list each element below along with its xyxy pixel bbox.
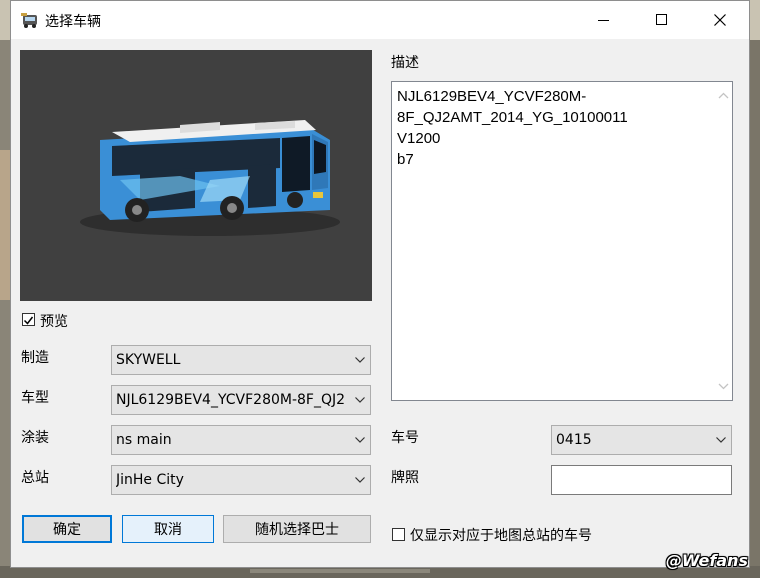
- bus-preview-image: [80, 120, 340, 236]
- depot-label: 总站: [21, 470, 49, 486]
- model-label: 车型: [21, 390, 49, 406]
- description-textbox[interactable]: NJL6129BEV4_YCVF280M- 8F_QJ2AMT_2014_YG_…: [391, 81, 733, 401]
- chevron-down-icon: [350, 466, 370, 494]
- livery-dropdown[interactable]: ns main: [111, 425, 371, 455]
- description-line: b7: [397, 151, 414, 168]
- chevron-down-icon: [350, 346, 370, 374]
- fleet-number-label: 车号: [391, 430, 419, 446]
- watermark: @Wefans: [665, 551, 748, 570]
- chevron-down-icon: [350, 426, 370, 454]
- fleet-number-value: 0415: [556, 432, 592, 448]
- minimize-icon: [598, 20, 609, 21]
- bus-app-icon: [21, 11, 39, 29]
- window-title: 选择车辆: [45, 14, 101, 30]
- random-bus-button[interactable]: 随机选择巴士: [223, 515, 371, 543]
- preview-checkbox-box[interactable]: [22, 313, 35, 326]
- minimize-button[interactable]: [575, 1, 633, 39]
- depot-dropdown[interactable]: JinHe City: [111, 465, 371, 495]
- livery-value: ns main: [116, 432, 172, 448]
- description-scrollbar[interactable]: [715, 82, 732, 400]
- model-dropdown[interactable]: NJL6129BEV4_YCVF280M-8F_QJ2: [111, 385, 371, 415]
- chevron-down-icon: [350, 386, 370, 414]
- check-icon: [23, 316, 34, 325]
- close-icon: [714, 14, 726, 26]
- maximize-button[interactable]: [633, 1, 691, 39]
- description-label: 描述: [391, 55, 419, 71]
- title-bar: 选择车辆: [11, 1, 749, 39]
- filter-checkbox-label: 仅显示对应于地图总站的车号: [410, 528, 592, 544]
- description-line: NJL6129BEV4_YCVF280M-: [397, 88, 587, 105]
- vehicle-preview: [20, 50, 372, 301]
- manufacturer-value: SKYWELL: [116, 352, 181, 368]
- plate-input[interactable]: [551, 465, 732, 495]
- chevron-down-icon: [711, 426, 731, 454]
- livery-label: 涂装: [21, 430, 49, 446]
- close-button[interactable]: [691, 1, 749, 39]
- fleet-number-dropdown[interactable]: 0415: [551, 425, 732, 455]
- plate-label: 牌照: [391, 470, 419, 486]
- description-text: NJL6129BEV4_YCVF280M- 8F_QJ2AMT_2014_YG_…: [397, 86, 707, 170]
- cancel-button[interactable]: 取消: [122, 515, 214, 543]
- maximize-icon: [656, 14, 667, 25]
- model-value: NJL6129BEV4_YCVF280M-8F_QJ2: [116, 392, 346, 408]
- scroll-down-icon[interactable]: [715, 378, 732, 394]
- manufacturer-dropdown[interactable]: SKYWELL: [111, 345, 371, 375]
- preview-checkbox-label: 预览: [40, 314, 68, 330]
- manufacturer-label: 制造: [21, 350, 49, 366]
- filter-checkbox-box[interactable]: [392, 528, 405, 541]
- depot-value: JinHe City: [116, 472, 184, 488]
- select-vehicle-dialog: 选择车辆 预览 制造 SKYWELL 车型 NJL6129BEV4_YCVF28…: [10, 0, 750, 568]
- description-line: V1200: [397, 130, 441, 147]
- ok-button[interactable]: 确定: [22, 515, 112, 543]
- description-line: 8F_QJ2AMT_2014_YG_10100011: [397, 109, 628, 126]
- scroll-up-icon[interactable]: [715, 88, 732, 104]
